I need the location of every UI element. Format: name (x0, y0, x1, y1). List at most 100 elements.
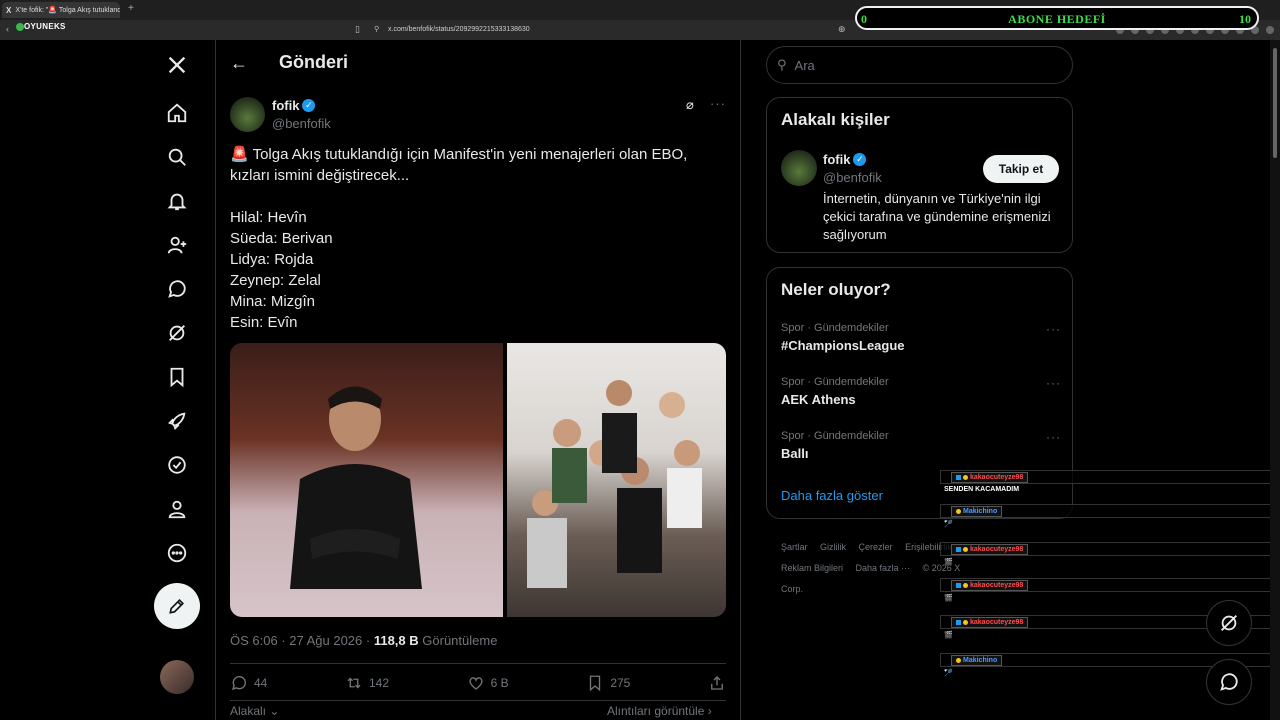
bookmark-page-icon[interactable]: ▯ (355, 24, 360, 35)
post-timestamp[interactable]: ÖS 6:06 · 27 Ağu 2026 · (230, 633, 374, 648)
verified-badge-icon: ✓ (302, 99, 316, 112)
stream-logo: OYUNEKS (16, 21, 74, 39)
post-actions: 44 142 6 B 275 (230, 674, 726, 692)
footer-link[interactable]: Gizlilik (820, 542, 846, 552)
trend-more-icon[interactable]: ··· (1046, 430, 1061, 444)
footer-link[interactable]: Çerezler (859, 542, 893, 552)
person-avatar[interactable] (781, 150, 817, 186)
chat-username: kakaocuteyze98 (970, 582, 1024, 589)
chat-username: Makichino (963, 508, 998, 515)
x-logo-icon[interactable] (162, 50, 192, 80)
repost-button[interactable]: 142 (345, 674, 389, 692)
person-handle[interactable]: @benfofik (823, 170, 882, 185)
notifications-icon[interactable] (162, 186, 192, 216)
post-meta: ÖS 6:06 · 27 Ağu 2026 · 118,8 B Görüntül… (230, 633, 497, 648)
trend-more-icon[interactable]: ··· (1046, 322, 1061, 336)
more-icon[interactable] (162, 538, 192, 568)
search-placeholder: Ara (794, 57, 815, 73)
search-input[interactable]: ⚲ Ara (766, 46, 1073, 84)
scrollbar[interactable] (1270, 40, 1280, 720)
stream-logo-text: OYUNEKS (24, 22, 66, 31)
new-tab-button[interactable]: + (128, 3, 134, 14)
post-photo-2[interactable] (507, 343, 726, 617)
profile-icon[interactable] (162, 494, 192, 524)
footer-link[interactable]: Şartlar (781, 542, 808, 552)
like-button[interactable]: 6 B (467, 674, 509, 692)
related-dropdown[interactable]: Alakalı ⌄ (230, 704, 279, 718)
post-photo-1[interactable] (230, 343, 503, 617)
subscriber-goal-bar: 0 ABONE HEDEFİ 10 (855, 6, 1259, 30)
views-count: 118,8 B (373, 633, 419, 648)
post-more-icon[interactable]: ··· (710, 96, 726, 111)
search-icon[interactable] (162, 142, 192, 172)
extension-icon[interactable] (1266, 26, 1274, 34)
zoom-icon[interactable]: ⊕ (838, 24, 846, 35)
footer-link[interactable]: Daha fazla ··· (856, 563, 911, 573)
grok-icon[interactable] (162, 318, 192, 348)
chat-username: kakaocuteyze98 (970, 474, 1024, 481)
bookmark-button[interactable]: 275 (586, 674, 630, 692)
author-handle[interactable]: @benfofik (272, 116, 331, 131)
post-text: 🚨 Tolga Akış tutuklandığı için Manifest'… (230, 146, 688, 331)
rocket-icon[interactable] (162, 406, 192, 436)
chat-user: kakaocuteyze98 (951, 617, 1029, 628)
trend-category: Spor · Gündemdekiler (781, 430, 889, 442)
verified-icon[interactable] (162, 450, 192, 480)
share-icon (711, 676, 723, 690)
site-info-icon[interactable]: ⚲ (374, 25, 379, 33)
related-people-title: Alakalı kişiler (781, 110, 890, 129)
person-bio: İnternetin, dünyanın ve Türkiye'nin ilgi… (823, 191, 1051, 242)
messages-floating-button[interactable] (1206, 659, 1252, 705)
badge-icon (956, 475, 961, 480)
trend-item[interactable]: Spor · Gündemdekiler AEK Athens ··· (781, 376, 1061, 407)
badge-icon (963, 620, 968, 625)
chat-user: Makichino (951, 506, 1003, 517)
chat-message: 🏸 (944, 521, 953, 528)
views-label: Görüntüleme (422, 633, 498, 648)
trend-more-icon[interactable]: ··· (1046, 376, 1061, 390)
chat-username: kakaocuteyze98 (970, 546, 1024, 553)
badge-icon (963, 583, 968, 588)
footer-link[interactable]: Reklam Bilgileri (781, 563, 843, 573)
grok-explain-icon[interactable]: ⌀ (686, 97, 694, 113)
follow-button[interactable]: Takip et (983, 155, 1059, 183)
reply-button[interactable]: 44 (230, 674, 267, 692)
x-favicon-icon: X (6, 5, 12, 15)
view-quotes-link[interactable]: Alıntıları görüntüle › (607, 704, 712, 718)
follow-icon[interactable] (162, 230, 192, 260)
scrollbar-thumb[interactable] (1273, 48, 1277, 158)
chat-icon[interactable] (162, 274, 192, 304)
share-button[interactable] (708, 674, 726, 692)
chevron-down-icon: ⌄ (266, 704, 280, 718)
post-media[interactable] (230, 343, 726, 617)
author-name[interactable]: fofik ✓ (272, 98, 316, 113)
person-name[interactable]: fofik ✓ (823, 152, 867, 167)
goal-end: 10 (1239, 12, 1251, 26)
trend-item[interactable]: Spor · Gündemdekiler Ballı ··· (781, 430, 1061, 461)
reply-count: 44 (254, 676, 268, 690)
browser-tab[interactable]: X X'te fofik: "🚨 Tolga Akış tutuklandı ✕ (2, 2, 120, 18)
trend-name: #ChampionsLeague (781, 338, 905, 353)
tab-title: X'te fofik: "🚨 Tolga Akış tutuklandı (15, 7, 120, 14)
back-arrow-icon[interactable]: ← (230, 53, 248, 74)
related-label: Alakalı (230, 704, 267, 718)
chat-row: Makichino (940, 504, 1280, 518)
trend-item[interactable]: Spor · Gündemdekiler #ChampionsLeague ··… (781, 322, 1061, 353)
chat-message: 🎬 (944, 595, 953, 602)
compose-button[interactable] (154, 583, 200, 629)
author-avatar[interactable] (230, 97, 265, 132)
show-more-link[interactable]: Daha fazla göster (781, 488, 883, 503)
url-field[interactable]: x.com/benfofik/status/209299221533313863… (388, 26, 530, 33)
back-nav-icon[interactable]: ‹ (6, 24, 9, 34)
goal-title: ABONE HEDEFİ (1008, 12, 1106, 26)
account-avatar[interactable] (160, 660, 194, 694)
page-title: Gönderi (279, 52, 349, 72)
trend-name: AEK Athens (781, 392, 856, 407)
grok-floating-button[interactable] (1206, 600, 1252, 646)
heart-icon (469, 677, 483, 690)
chevron-right-icon: › (704, 704, 712, 718)
related-people-card: Alakalı kişiler fofik ✓ @benfofik Takip … (766, 97, 1073, 253)
bookmarks-icon[interactable] (162, 362, 192, 392)
view-quotes-label: Alıntıları görüntüle (607, 704, 705, 718)
home-icon[interactable] (162, 98, 192, 128)
